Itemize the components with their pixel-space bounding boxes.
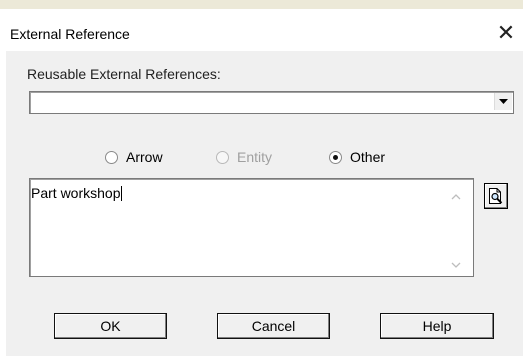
scroll-down-button[interactable] <box>446 257 466 273</box>
close-icon[interactable]: ✕ <box>493 21 519 45</box>
cancel-button[interactable]: Cancel <box>217 313 330 339</box>
radio-other-label: Other <box>350 149 386 165</box>
chevron-up-icon <box>451 194 461 200</box>
ok-button[interactable]: OK <box>54 313 167 339</box>
browse-button[interactable] <box>484 183 508 209</box>
radio-arrow-label: Arrow <box>126 149 163 165</box>
help-button[interactable]: Help <box>380 313 494 339</box>
text-caret <box>121 186 123 201</box>
radio-entity-indicator <box>216 150 229 164</box>
scroll-up-button[interactable] <box>446 189 466 205</box>
external-reference-dialog: External Reference ✕ Reusable External R… <box>6 9 523 356</box>
radio-selected-dot <box>333 154 338 160</box>
reference-text-content: Part workshop <box>31 185 123 201</box>
dialog-title: External Reference <box>10 26 130 42</box>
radio-arrow[interactable]: Arrow <box>105 149 163 165</box>
radio-entity-label: Entity <box>237 149 273 165</box>
radio-entity[interactable]: Entity <box>216 149 272 165</box>
combobox-dropdown-button[interactable] <box>494 93 512 110</box>
background-strip <box>0 0 523 9</box>
title-bar: External Reference ✕ <box>6 9 523 51</box>
radio-other[interactable]: Other <box>329 149 385 165</box>
radio-arrow-indicator <box>105 150 118 164</box>
reference-text-value: Part workshop <box>31 185 121 201</box>
radio-other-indicator <box>329 150 342 164</box>
reusable-references-label: Reusable External References: <box>27 66 221 82</box>
chevron-down-icon <box>451 262 461 268</box>
document-magnifier-icon <box>489 188 503 204</box>
reusable-references-combobox[interactable] <box>29 91 514 114</box>
reference-text-area[interactable]: Part workshop <box>29 178 474 277</box>
chevron-down-icon <box>499 99 508 104</box>
